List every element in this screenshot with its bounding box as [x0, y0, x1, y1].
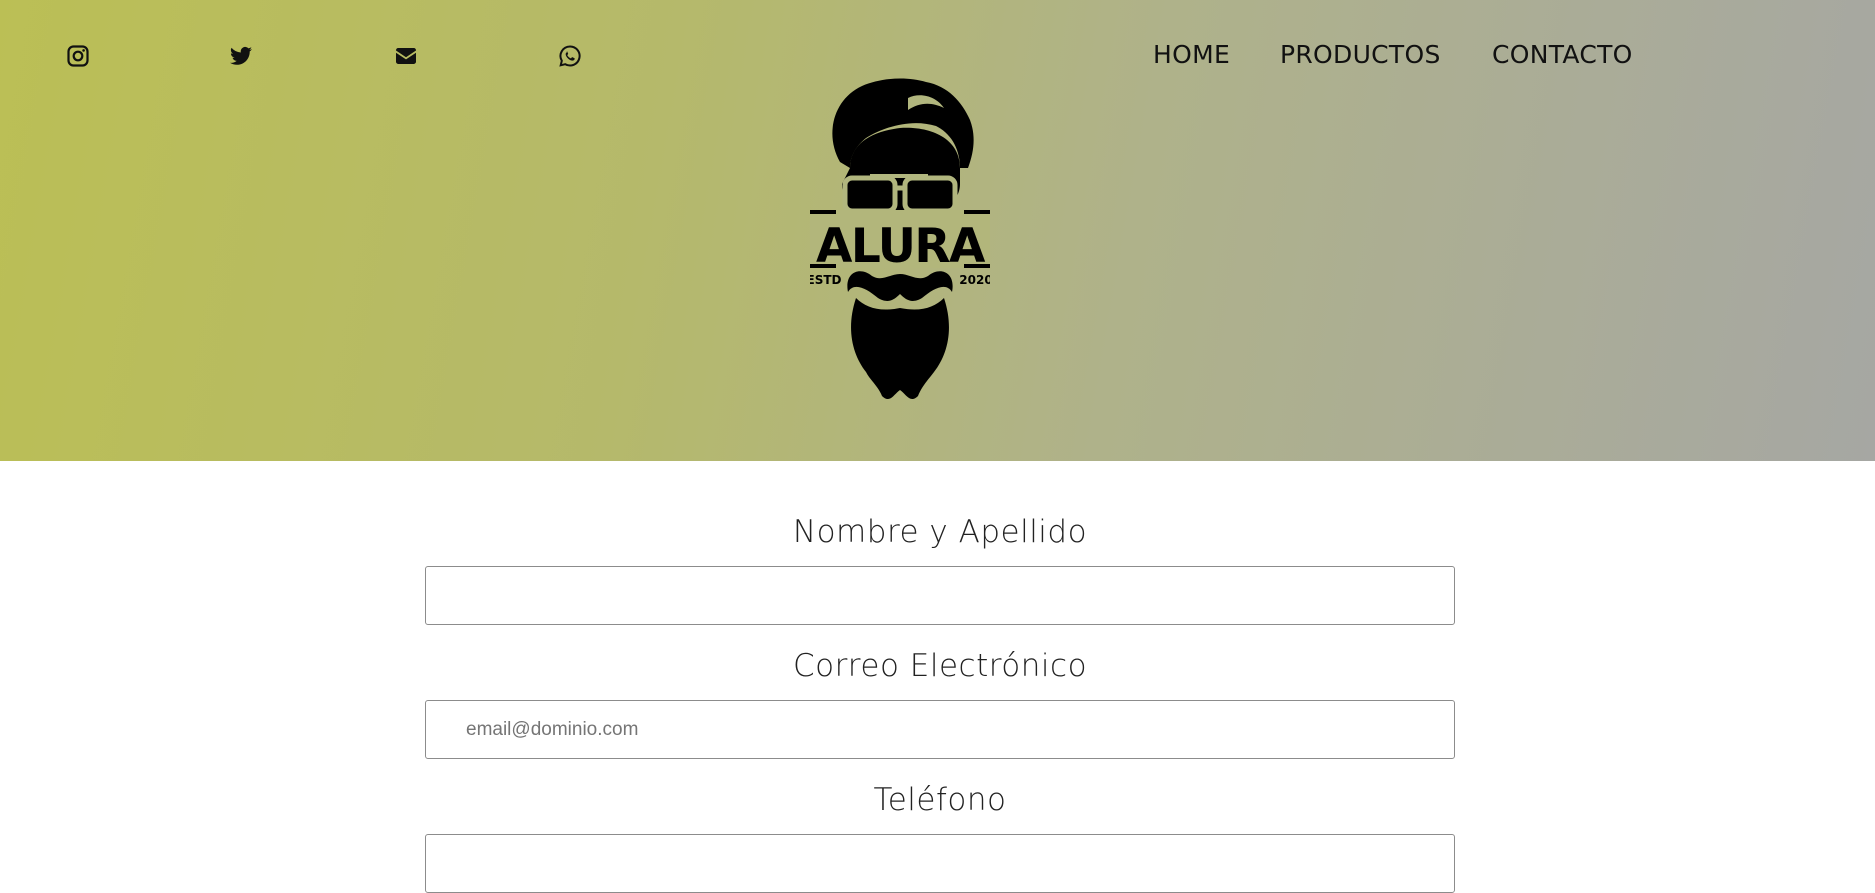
email-label: Correo Electrónico — [792, 648, 1088, 684]
phone-input[interactable] — [425, 834, 1455, 893]
nav-productos-link[interactable]: PRODUCTOS — [1280, 40, 1441, 69]
name-label: Nombre y Apellido — [792, 514, 1088, 550]
social-links — [0, 43, 700, 73]
instagram-icon[interactable] — [65, 43, 91, 69]
envelope-icon[interactable] — [393, 43, 419, 69]
logo-estd-text: ESTD — [810, 273, 842, 287]
site-header: HOME PRODUCTOS CONTACTO ALURA ESTD 2020 — [0, 0, 1875, 461]
alura-logo[interactable]: ALURA ESTD 2020 — [810, 76, 990, 404]
whatsapp-icon[interactable] — [557, 43, 583, 69]
logo-brand-text: ALURA — [816, 219, 986, 274]
nav-home-link[interactable]: HOME — [1153, 40, 1230, 69]
logo-year-text: 2020 — [959, 273, 990, 287]
email-input[interactable] — [425, 700, 1455, 759]
name-input[interactable] — [425, 566, 1455, 625]
twitter-icon[interactable] — [228, 43, 254, 69]
phone-label: Teléfono — [873, 782, 1007, 818]
contact-form: Nombre y Apellido Correo Electrónico Tel… — [0, 461, 1875, 893]
nav-contacto-link[interactable]: CONTACTO — [1492, 40, 1633, 69]
